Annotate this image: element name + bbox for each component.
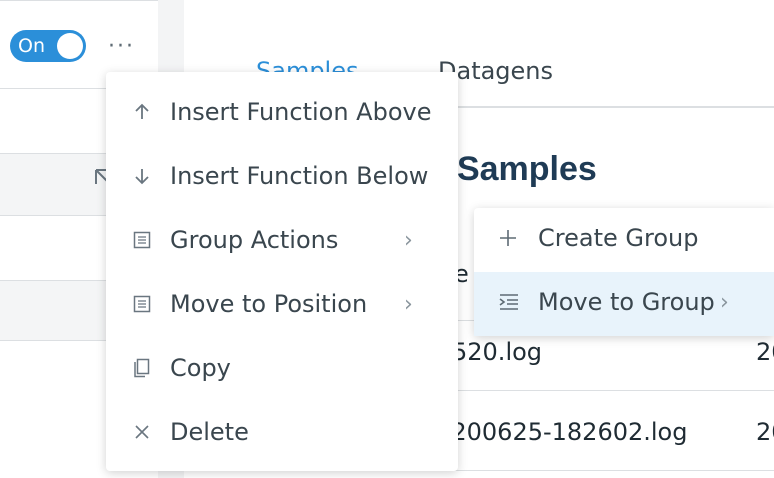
submenu-item-create-group[interactable]: Create Group [474,208,774,272]
chevron-right-icon: › [720,290,729,315]
chevron-right-icon: › [404,291,413,317]
menu-item-label: Insert Function Above [170,98,432,126]
chevron-right-icon: › [404,227,413,253]
context-menu: Insert Function Above Insert Function Be… [106,72,458,471]
menu-item-copy[interactable]: Copy [106,336,458,400]
enable-toggle[interactable]: On [10,30,86,62]
close-icon [130,420,154,444]
indent-icon [498,292,522,316]
group-actions-submenu: Create Group Move to Group › [474,208,774,336]
table-divider [452,390,774,391]
list-icon [130,228,154,252]
table-cell-name[interactable]: )200625-182602.log [442,418,687,446]
menu-item-delete[interactable]: Delete [106,400,458,464]
row-divider [0,0,158,1]
menu-item-move-to-position[interactable]: Move to Position › [106,272,458,336]
more-options-icon[interactable]: ··· [108,34,135,59]
menu-item-label: Move to Position [170,290,368,318]
list-icon [130,292,154,316]
menu-item-label: Insert Function Below [170,162,429,190]
submenu-item-move-to-group[interactable]: Move to Group › [474,272,774,336]
menu-item-insert-above[interactable]: Insert Function Above [106,80,458,144]
copy-icon [130,356,154,380]
submenu-item-label: Create Group [538,224,699,252]
submenu-item-label: Move to Group [538,288,715,316]
menu-item-group-actions[interactable]: Group Actions › [106,208,458,272]
toggle-label: On [18,35,45,57]
table-cell-date: 20 [756,418,774,446]
table-divider [452,470,774,471]
arrow-down-icon [130,164,154,188]
arrow-up-icon [130,100,154,124]
menu-item-label: Copy [170,354,231,382]
toggle-knob [57,33,83,59]
table-cell-name[interactable]: 520.log [452,338,542,366]
table-cell-date: 20 [756,338,774,366]
menu-item-insert-below[interactable]: Insert Function Below [106,144,458,208]
menu-item-label: Delete [170,418,249,446]
menu-item-label: Group Actions [170,226,339,254]
plus-icon [498,228,522,252]
